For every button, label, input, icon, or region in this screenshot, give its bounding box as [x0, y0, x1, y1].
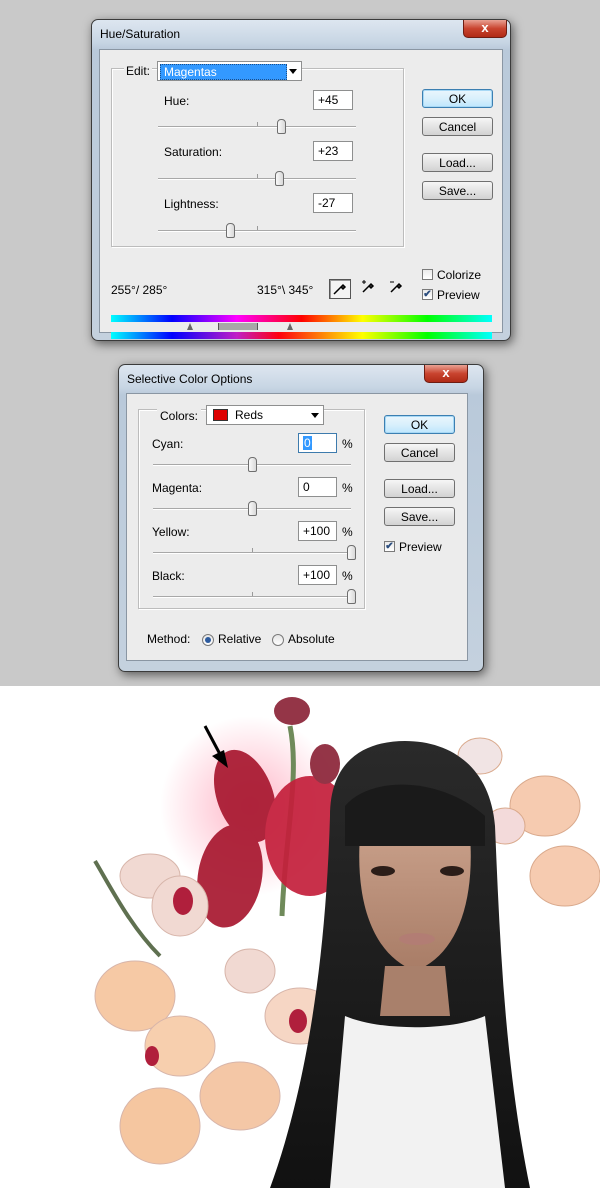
relative-radio[interactable]: [202, 634, 214, 646]
magenta-slider-thumb[interactable]: [247, 501, 257, 516]
hue-slider-thumb[interactable]: [277, 119, 287, 134]
adjustment-group: [111, 68, 404, 247]
eyedropper-minus-icon[interactable]: [385, 279, 407, 299]
saturation-slider-thumb[interactable]: [275, 171, 285, 186]
lightness-slider-center-tick: [257, 226, 258, 230]
eyedropper-plus-icon[interactable]: [357, 279, 379, 299]
lightness-label: Lightness:: [164, 197, 219, 211]
input-color-spectrum: [111, 315, 492, 322]
range-slider-band: [218, 323, 258, 330]
cyan-input-value: 0: [303, 436, 312, 450]
range-slider-left-handle[interactable]: [187, 323, 193, 330]
hue-slider-center-tick: [257, 122, 258, 126]
ok-button[interactable]: OK: [384, 415, 455, 434]
ok-button[interactable]: OK: [422, 89, 493, 108]
cancel-button[interactable]: Cancel: [422, 117, 493, 136]
black-percent: %: [342, 569, 353, 583]
close-button[interactable]: x: [424, 365, 468, 383]
colors-dropdown-value: Reds: [235, 408, 264, 422]
saturation-slider-center-tick: [257, 174, 258, 178]
saturation-label: Saturation:: [164, 145, 223, 159]
yellow-label: Yellow:: [152, 525, 190, 539]
absolute-radio[interactable]: [272, 634, 284, 646]
load-button[interactable]: Load...: [384, 479, 455, 498]
preview-checkbox[interactable]: ✔: [384, 541, 395, 552]
hue-input[interactable]: +45: [313, 90, 353, 110]
orchid-portrait-illustration: [93, 697, 600, 1188]
colorize-label: Colorize: [437, 268, 482, 282]
absolute-label: Absolute: [288, 632, 335, 646]
method-label: Method:: [147, 632, 191, 646]
save-button[interactable]: Save...: [422, 181, 493, 200]
magenta-percent: %: [342, 481, 353, 495]
chevron-down-icon: [289, 69, 297, 74]
edit-dropdown-value: Magentas: [160, 64, 287, 80]
colors-dropdown[interactable]: Reds: [206, 405, 324, 425]
black-slider-track[interactable]: [153, 596, 351, 598]
dialog-client-area: Colors: Reds Cyan: 0 % Magenta: 0 % Yell…: [126, 393, 468, 661]
edit-dropdown[interactable]: Magentas: [157, 61, 302, 81]
saturation-slider-track[interactable]: [158, 178, 356, 180]
yellow-slider-thumb[interactable]: [346, 545, 356, 560]
range-right-readout: 315°\ 345°: [257, 283, 314, 297]
result-artwork: [0, 686, 600, 1188]
dialog-client-area: Edit: Magentas Hue: +45 Saturation: +23 …: [99, 49, 503, 339]
hue-saturation-dialog: Hue/Saturation x Edit: Magentas Hue: +45…: [91, 19, 511, 341]
lightness-slider-track[interactable]: [158, 230, 356, 232]
load-button[interactable]: Load...: [422, 153, 493, 172]
magenta-input[interactable]: 0: [298, 477, 337, 497]
hue-label: Hue:: [164, 94, 190, 108]
black-input[interactable]: +100: [298, 565, 337, 585]
yellow-percent: %: [342, 525, 353, 539]
lightness-input[interactable]: -27: [313, 193, 353, 213]
cyan-slider-thumb[interactable]: [247, 457, 257, 472]
relative-label: Relative: [218, 632, 262, 646]
cancel-button[interactable]: Cancel: [384, 443, 455, 462]
output-color-spectrum: [111, 332, 492, 339]
save-button[interactable]: Save...: [384, 507, 455, 526]
magenta-label: Magenta:: [152, 481, 203, 495]
hue-slider-track[interactable]: [158, 126, 356, 128]
colorize-checkbox[interactable]: [422, 269, 433, 280]
range-slider-bar[interactable]: [111, 323, 492, 331]
close-button[interactable]: x: [463, 20, 507, 38]
black-slider-thumb[interactable]: [346, 589, 356, 604]
range-slider-right-handle[interactable]: [287, 323, 293, 330]
range-left-readout: 255°/ 285°: [111, 283, 168, 297]
edit-label: Edit:: [124, 64, 153, 78]
cyan-input[interactable]: 0: [298, 433, 337, 453]
cyan-label: Cyan:: [152, 437, 184, 451]
eyedropper-icon[interactable]: [329, 279, 351, 299]
yellow-slider-track[interactable]: [153, 552, 351, 554]
preview-label: Preview: [399, 540, 442, 554]
yellow-input[interactable]: +100: [298, 521, 337, 541]
preview-label: Preview: [437, 288, 480, 302]
yellow-slider-center-tick: [252, 548, 253, 552]
dialog-title: Selective Color Options: [127, 372, 253, 386]
black-label: Black:: [152, 569, 185, 583]
chevron-down-icon: [311, 413, 319, 418]
preview-checkbox[interactable]: ✔: [422, 289, 433, 300]
colors-label: Colors:: [157, 409, 202, 423]
lightness-slider-thumb[interactable]: [225, 223, 235, 238]
dialog-title: Hue/Saturation: [100, 27, 181, 41]
selective-color-dialog: Selective Color Options x Colors: Reds C…: [118, 364, 484, 672]
colors-swatch: [213, 409, 228, 421]
cyan-percent: %: [342, 437, 353, 451]
black-slider-center-tick: [252, 592, 253, 596]
saturation-input[interactable]: +23: [313, 141, 353, 161]
